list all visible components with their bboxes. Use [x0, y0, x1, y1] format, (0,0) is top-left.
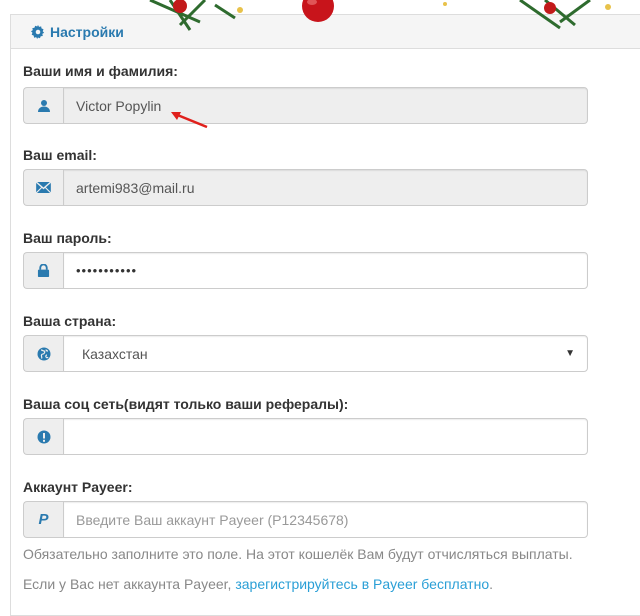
payeer-input-group: P Введите Ваш аккаунт Payeer (P12345678): [23, 501, 588, 538]
country-input-group: Казахстан ▼: [23, 335, 588, 372]
payeer-register-help: Если у Вас нет аккаунта Payeer, зарегист…: [23, 576, 493, 592]
password-field[interactable]: •••••••••••: [63, 252, 588, 289]
social-label: Ваша соц сеть(видят только ваши рефералы…: [23, 396, 349, 412]
email-input-group: artemi983@mail.ru: [23, 169, 588, 206]
exclamation-icon: [23, 418, 63, 455]
payeer-icon: P: [23, 501, 63, 538]
social-input-group: [23, 418, 588, 455]
user-icon: [23, 87, 63, 124]
payeer-placeholder: Введите Ваш аккаунт Payeer (P12345678): [76, 511, 349, 528]
social-field[interactable]: [63, 418, 588, 455]
help-prefix: Если у Вас нет аккаунта Payeer,: [23, 576, 236, 592]
name-label: Ваши имя и фамилия:: [23, 63, 178, 79]
envelope-icon: [23, 169, 63, 206]
name-field[interactable]: Victor Popylin: [63, 87, 588, 124]
country-select[interactable]: Казахстан ▼: [63, 335, 588, 372]
dropdown-caret-icon: ▼: [565, 348, 575, 359]
settings-panel: Настройки Ваши имя и фамилия: Victor Pop…: [10, 14, 640, 616]
register-payeer-link[interactable]: зарегистрируйтесь в Payeer бесплатно: [235, 576, 489, 592]
country-select-value: Казахстан: [82, 345, 148, 362]
country-label: Ваша страна:: [23, 313, 117, 329]
annotation-arrow-icon: [171, 112, 208, 129]
name-input-group: Victor Popylin: [23, 87, 588, 124]
email-label: Ваш email:: [23, 147, 97, 163]
lock-icon: [23, 252, 63, 289]
payeer-field[interactable]: Введите Ваш аккаунт Payeer (P12345678): [63, 501, 588, 538]
password-input-group: •••••••••••: [23, 252, 588, 289]
payeer-label: Аккаунт Payeer:: [23, 479, 133, 495]
password-label: Ваш пароль:: [23, 230, 112, 246]
page-title: Настройки: [50, 23, 124, 40]
gear-icon: [31, 24, 45, 39]
panel-heading: Настройки: [11, 15, 640, 49]
globe-icon: [23, 335, 63, 372]
payeer-required-help: Обязательно заполните это поле. На этот …: [23, 546, 573, 562]
email-field[interactable]: artemi983@mail.ru: [63, 169, 588, 206]
help-suffix: .: [489, 576, 493, 592]
payeer-icon-letter: P: [38, 511, 49, 528]
